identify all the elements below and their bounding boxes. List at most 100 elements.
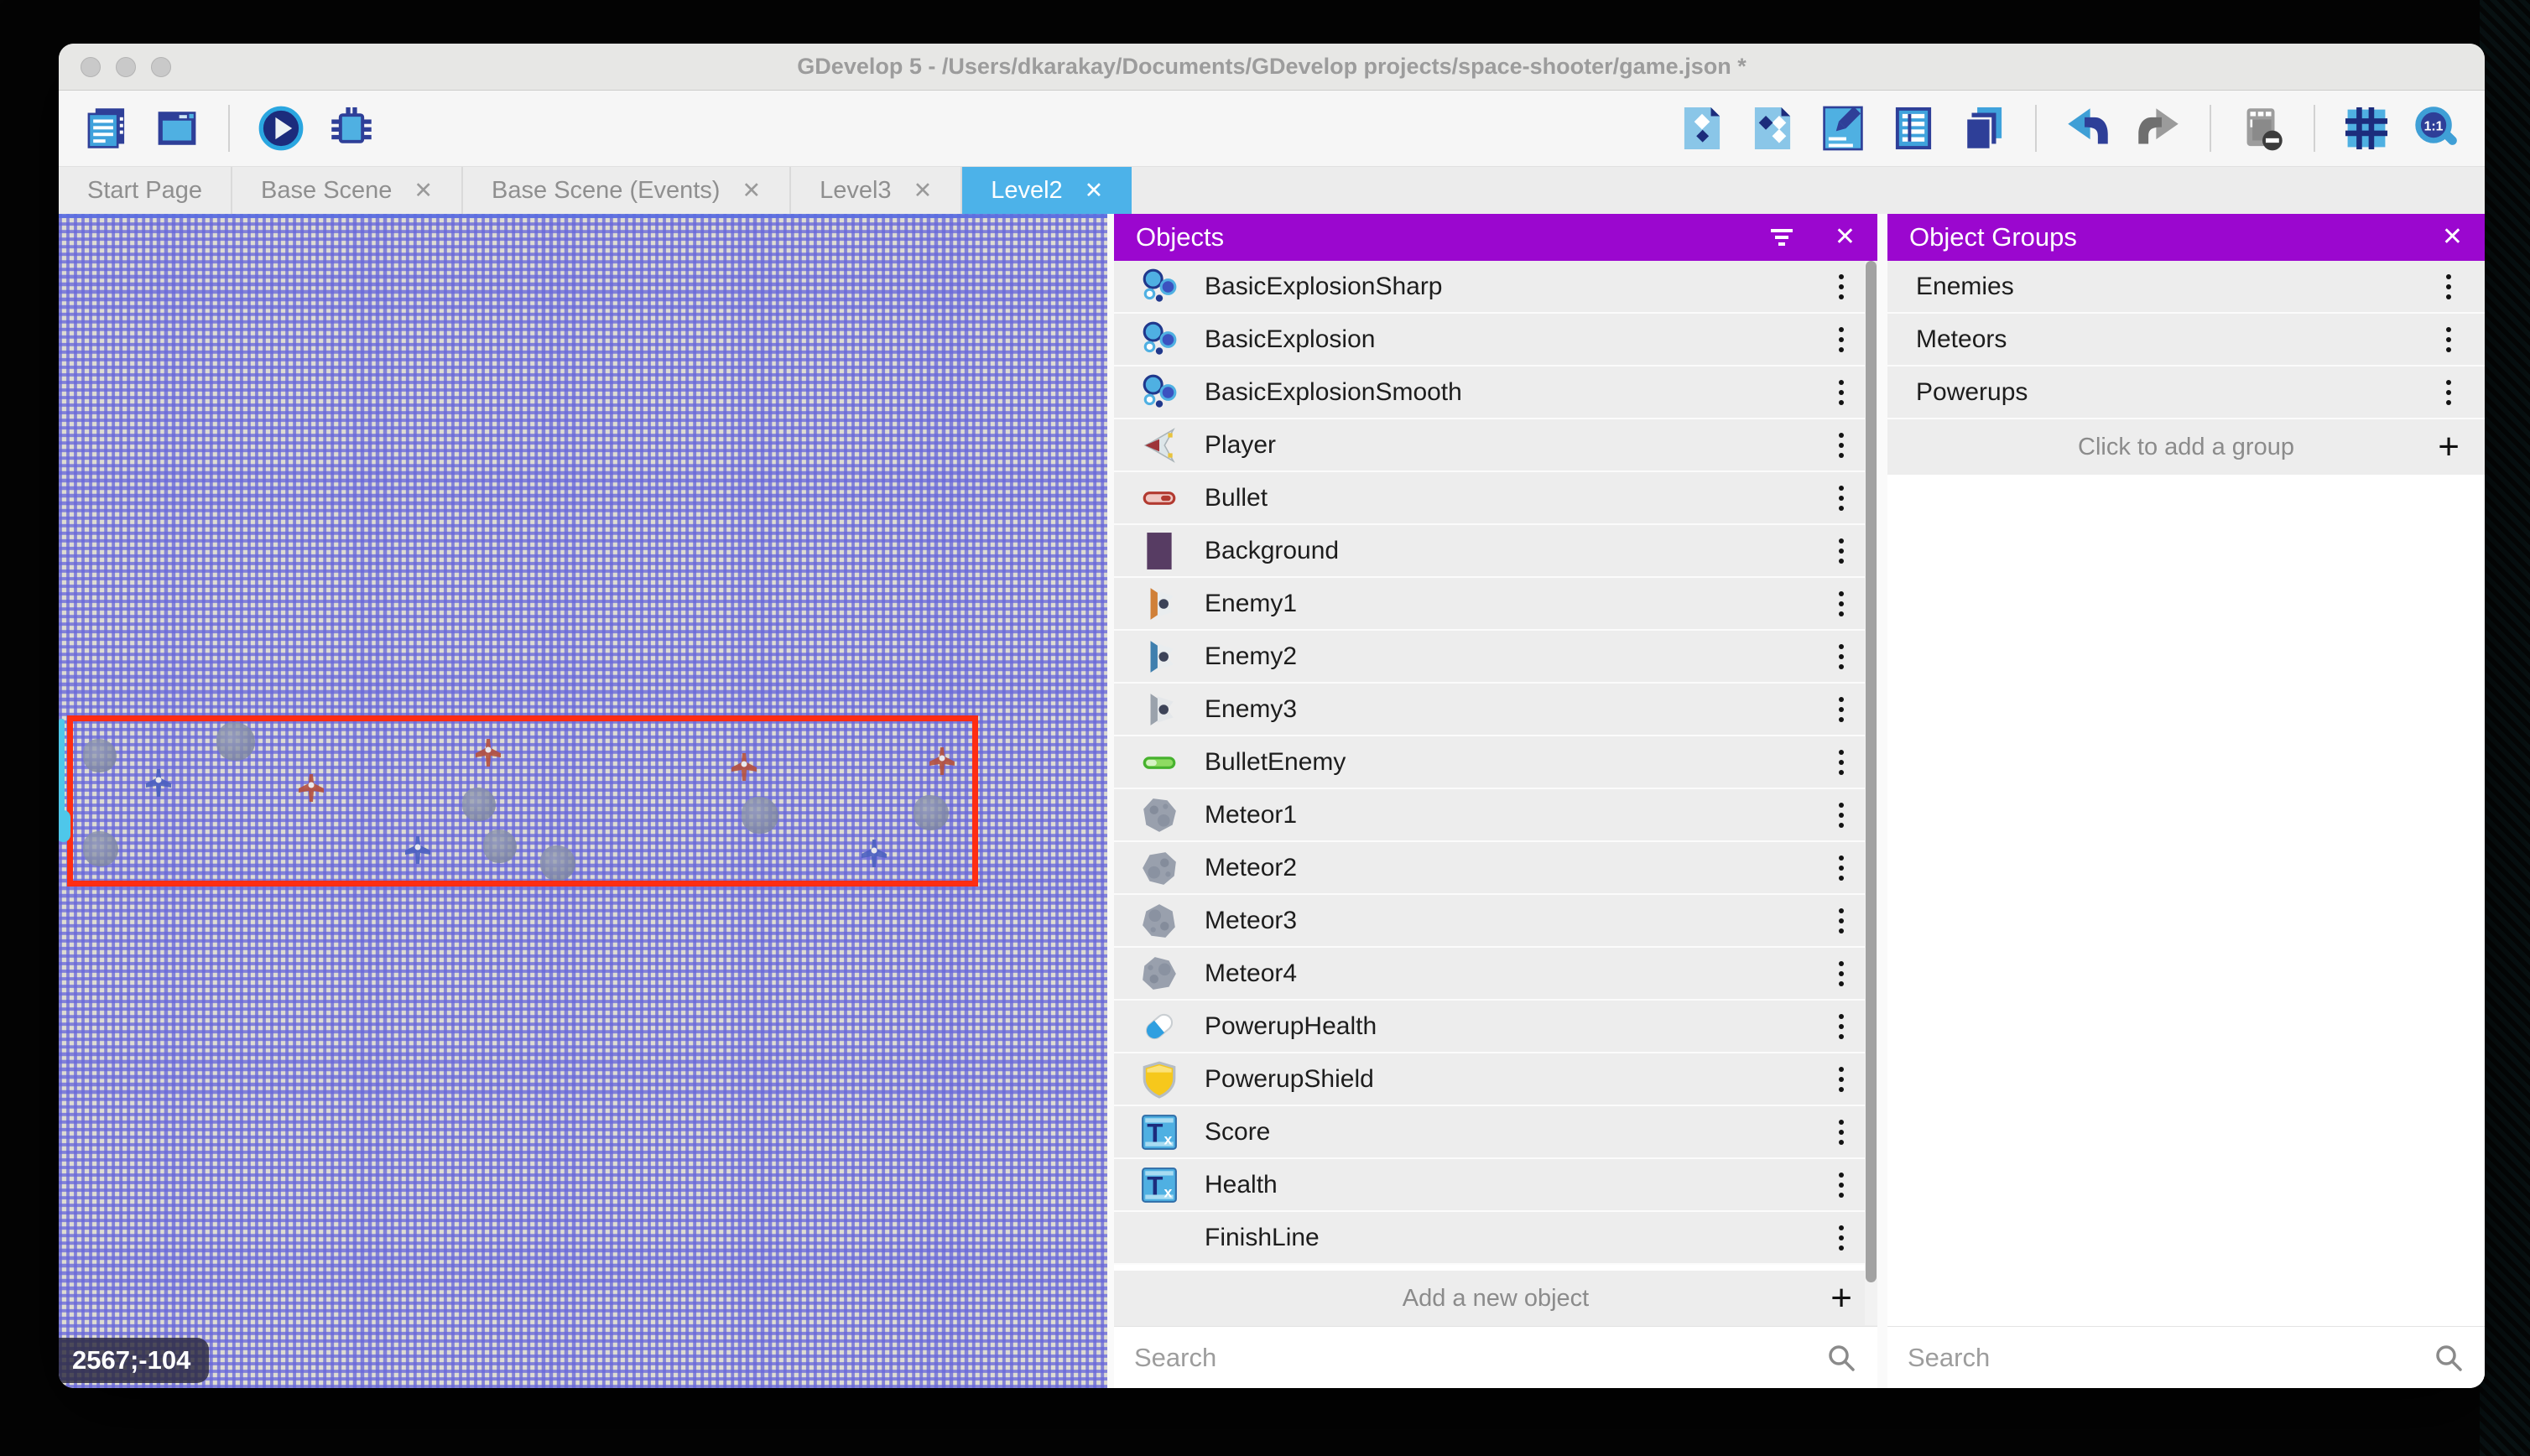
object-label: BulletEnemy <box>1205 748 1805 777</box>
meteor-instance[interactable] <box>540 845 575 881</box>
group-menu-button[interactable] <box>2413 380 2485 405</box>
edit-scene-icon[interactable] <box>1819 104 1867 153</box>
object-label: PowerupShield <box>1205 1065 1805 1094</box>
enemy-blue-instance[interactable] <box>143 768 174 798</box>
tab-level2[interactable]: Level2 ✕ <box>962 167 1132 214</box>
enemy-red-instance[interactable] <box>296 773 326 803</box>
tab-level3[interactable]: Level3✕ <box>791 167 962 214</box>
object-row-bullet[interactable]: Bullet <box>1114 472 1877 525</box>
mask-icon[interactable] <box>2238 104 2287 153</box>
scrollbar-thumb[interactable] <box>1866 261 1877 1282</box>
tab-start-page[interactable]: Start Page <box>59 167 232 214</box>
play-icon[interactable] <box>257 104 305 153</box>
meteor-instance[interactable] <box>462 788 496 821</box>
scene-properties-icon[interactable] <box>1678 104 1726 153</box>
tab-close-icon[interactable]: ✕ <box>414 179 433 202</box>
grid-icon[interactable] <box>2342 104 2391 153</box>
object-row-enemy2[interactable]: Enemy2 <box>1114 631 1877 684</box>
meteor-instance[interactable] <box>83 831 118 866</box>
object-row-enemy1[interactable]: Enemy1 <box>1114 578 1877 631</box>
enemy-red-instance[interactable] <box>729 752 759 783</box>
toolbar-left-group <box>82 104 376 153</box>
object-row-enemy3[interactable]: Enemy3 <box>1114 684 1877 736</box>
gdevelop-window: GDevelop 5 - /Users/dkarakay/Documents/G… <box>59 44 2485 1388</box>
group-row-meteors[interactable]: Meteors <box>1887 314 2485 367</box>
filter-icon[interactable] <box>1767 226 1796 248</box>
close-window-button[interactable] <box>81 57 101 77</box>
object-row-poweruphealth[interactable]: PowerupHealth <box>1114 1001 1877 1053</box>
groups-search-bar <box>1887 1326 2485 1388</box>
object-row-player[interactable]: Player <box>1114 419 1877 472</box>
object-row-bulletenemy[interactable]: BulletEnemy <box>1114 736 1877 789</box>
scene-window-icon[interactable] <box>153 104 201 153</box>
instances-icon[interactable] <box>1960 104 2008 153</box>
background-object-icon <box>1114 532 1205 570</box>
zoom-window-button[interactable] <box>151 57 171 77</box>
meteor-instance[interactable] <box>216 722 255 761</box>
bullet-object-icon <box>1114 479 1205 517</box>
meteor-instance[interactable] <box>742 797 778 834</box>
object-row-meteor1[interactable]: Meteor1 <box>1114 789 1877 842</box>
undo-icon[interactable] <box>2064 104 2112 153</box>
svg-text:1:1: 1:1 <box>2424 120 2444 134</box>
object-row-background[interactable]: Background <box>1114 525 1877 578</box>
layers-icon[interactable] <box>1889 104 1938 153</box>
group-menu-button[interactable] <box>2413 274 2485 299</box>
debug-icon[interactable] <box>327 104 376 153</box>
tab-close-icon[interactable]: ✕ <box>742 179 761 202</box>
project-manager-icon[interactable] <box>82 104 131 153</box>
panel-divider[interactable] <box>1107 214 1114 1388</box>
svg-text:T: T <box>1147 1171 1163 1200</box>
meteor-instance[interactable] <box>483 829 517 863</box>
objects-search-input[interactable] <box>1114 1327 1877 1388</box>
objects-list-icon[interactable] <box>1748 104 1797 153</box>
meteor-instance[interactable] <box>914 795 949 830</box>
object-row-health[interactable]: TxHealth <box>1114 1159 1877 1212</box>
groups-search-input[interactable] <box>1887 1327 2485 1388</box>
powerup-shield-object-icon <box>1114 1060 1205 1099</box>
enemy-red-instance[interactable] <box>473 738 503 768</box>
object-row-meteor2[interactable]: Meteor2 <box>1114 842 1877 895</box>
object-row-basicexplosionsharp[interactable]: BasicExplosionSharp <box>1114 261 1877 314</box>
object-row-powerupshield[interactable]: PowerupShield <box>1114 1053 1877 1106</box>
redo-icon[interactable] <box>2134 104 2183 153</box>
group-row-powerups[interactable]: Powerups <box>1887 367 2485 419</box>
content-area: 2567;-104 Objects ✕ BasicExpl <box>59 214 2485 1388</box>
tab-close-icon[interactable]: ✕ <box>1085 179 1104 202</box>
tab-base-scene-events-[interactable]: Base Scene (Events)✕ <box>463 167 791 214</box>
meteor4-object-icon <box>1114 954 1205 993</box>
object-row-meteor4[interactable]: Meteor4 <box>1114 948 1877 1001</box>
close-objects-panel-icon[interactable]: ✕ <box>1835 225 1856 250</box>
object-row-basicexplosion[interactable]: BasicExplosion <box>1114 314 1877 367</box>
tab-label: Level2 <box>991 177 1062 205</box>
meteor-instance[interactable] <box>83 739 117 772</box>
enemy-blue-instance[interactable] <box>403 835 433 866</box>
explosion-object-icon <box>1114 320 1205 359</box>
enemy-blue-instance[interactable] <box>859 839 889 869</box>
group-row-enemies[interactable]: Enemies <box>1887 261 2485 314</box>
finish-line-handle[interactable] <box>59 810 70 842</box>
close-groups-panel-icon[interactable]: ✕ <box>2442 225 2463 250</box>
zoom-1-1-icon[interactable]: 1:1 <box>2413 104 2461 153</box>
tab-close-icon[interactable]: ✕ <box>914 179 933 202</box>
tab-base-scene[interactable]: Base Scene✕ <box>232 167 463 214</box>
object-row-basicexplosionsmooth[interactable]: BasicExplosionSmooth <box>1114 367 1877 419</box>
scene-editor-canvas[interactable]: 2567;-104 <box>59 214 1107 1388</box>
enemy-red-instance[interactable] <box>927 746 957 777</box>
selection-rectangle <box>67 715 978 887</box>
objects-list: BasicExplosionSharpBasicExplosionBasicEx… <box>1114 261 1877 1271</box>
object-row-meteor3[interactable]: Meteor3 <box>1114 895 1877 948</box>
groups-panel-empty-area <box>1887 475 2485 1326</box>
panel-divider[interactable] <box>1877 214 1887 1388</box>
minimize-window-button[interactable] <box>116 57 136 77</box>
object-row-finishline[interactable]: FinishLine <box>1114 1212 1877 1265</box>
group-menu-button[interactable] <box>2413 327 2485 352</box>
enemy-gray-object-icon <box>1114 690 1205 729</box>
object-row-score[interactable]: TxScore <box>1114 1106 1877 1159</box>
object-groups-panel: Object Groups ✕ EnemiesMeteorsPowerups C… <box>1887 214 2485 1388</box>
object-label: FinishLine <box>1205 1224 1805 1252</box>
add-object-button[interactable]: Add a new object + <box>1114 1271 1877 1326</box>
objects-scrollbar[interactable] <box>1865 261 1877 1325</box>
enemy-orange-object-icon <box>1114 585 1205 623</box>
add-group-button[interactable]: Click to add a group + <box>1887 419 2485 475</box>
